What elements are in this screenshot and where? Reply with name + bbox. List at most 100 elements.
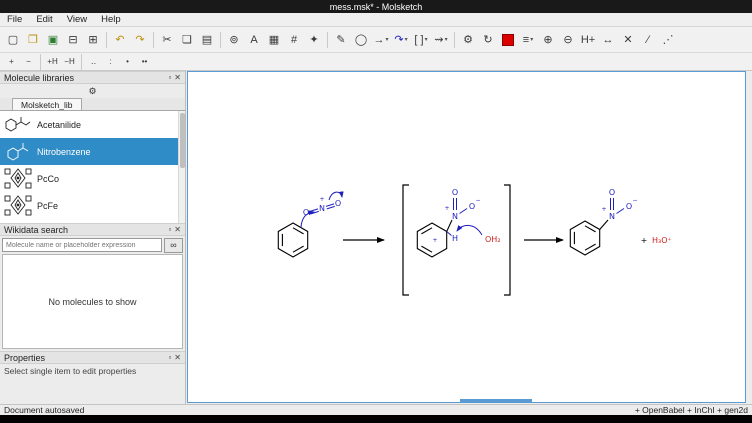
radical-button[interactable]: • [119, 54, 136, 69]
wikidata-search-input[interactable] [2, 238, 162, 252]
clean-structure-button[interactable]: ✦ [304, 30, 324, 50]
molecule-libraries-panel: Molecule libraries ▫ ✕ ⚙ Molsketch_lib [0, 71, 185, 223]
hydrogen-add-button[interactable]: H+ [578, 30, 598, 50]
right-bracket[interactable] [504, 185, 510, 295]
reactant-benzene[interactable] [278, 223, 307, 257]
library-scrollbar[interactable] [178, 111, 185, 223]
toolbar-separator [327, 32, 328, 48]
bracket-tool-button[interactable]: [ ]▾ [411, 30, 431, 50]
insert-image-button[interactable]: ▦ [264, 30, 284, 50]
menu-edit[interactable]: Edit [29, 13, 59, 26]
save-button[interactable]: ▣ [43, 30, 63, 50]
new-document-button[interactable]: ▢ [3, 30, 23, 50]
charge-decrease-icon: − [26, 57, 31, 66]
color-picker-button[interactable] [498, 30, 518, 50]
charge-increase-button[interactable]: + [3, 54, 20, 69]
cut-button[interactable]: ✂ [157, 30, 177, 50]
diradical-button[interactable]: •• [136, 54, 153, 69]
delete-button[interactable]: ✕ [618, 30, 638, 50]
wikidata-search-button[interactable]: ∞ [164, 238, 183, 253]
properties-panel: Properties ▫ ✕ Select single item to edi… [0, 351, 185, 404]
molecule-thumbnail [3, 194, 33, 218]
atom-label-n: N [452, 212, 458, 221]
water-molecule[interactable]: OH₂ [485, 235, 501, 244]
dock-float-icon[interactable]: ▫ [168, 225, 171, 234]
hydrogen-increase-icon: +H [47, 57, 57, 66]
water-label: OH₂ [485, 235, 501, 244]
horizontal-scrollbar-thumb[interactable] [460, 399, 532, 402]
charge-plus-label: + [444, 205, 449, 212]
list-item-pcfe[interactable]: PcFe [0, 192, 179, 219]
toolbar-separator [220, 32, 221, 48]
product-nitrobenzene[interactable]: N O O − + [570, 188, 637, 255]
bracket-icon: [ ] [414, 34, 423, 46]
align-icon: # [291, 34, 297, 46]
dock-close-icon[interactable]: ✕ [174, 73, 181, 82]
open-button[interactable]: ❐ [23, 30, 43, 50]
toolbar-separator [106, 32, 107, 48]
stereo-wedge-button[interactable]: ∕ [638, 30, 658, 50]
status-plugins: + OpenBabel + InChI + gen2d [635, 405, 748, 415]
charge-plus-button[interactable]: ⊕ [538, 30, 558, 50]
list-item-acetanilide[interactable]: Acetanilide [0, 111, 179, 138]
wikidata-results-area: No molecules to show [2, 254, 183, 349]
stereo-hash-button[interactable]: ⋰ [658, 30, 678, 50]
rotate-button[interactable]: ↻ [478, 30, 498, 50]
list-item-pcco[interactable]: PcCo [0, 165, 179, 192]
menu-help[interactable]: Help [94, 13, 128, 26]
curved-arrow-tool-button[interactable]: ↷▾ [391, 30, 411, 50]
toolbar-separator [81, 54, 82, 70]
undo-icon: ↶ [115, 33, 124, 46]
dock-close-icon[interactable]: ✕ [174, 225, 181, 234]
modifier-toolbar: + − +H −H ‥ : • •• [0, 53, 752, 71]
drawing-canvas[interactable]: O N O + [187, 71, 746, 403]
copy-button[interactable]: ❏ [177, 30, 197, 50]
charge-minus-label: − [475, 197, 480, 204]
atom-label-n: N [609, 212, 615, 221]
charge-minus-button[interactable]: ⊖ [558, 30, 578, 50]
lone-pair-vertical-button[interactable]: : [102, 54, 119, 69]
settings-button[interactable]: ⚙ [458, 30, 478, 50]
charge-plus-label: + [601, 206, 606, 213]
redo-button[interactable]: ↷ [130, 30, 150, 50]
line-width-button[interactable]: ≡▾ [518, 30, 538, 50]
library-settings-button[interactable]: ⚙ [0, 85, 185, 98]
mechanism-arrow-tool-button[interactable]: ⇝▾ [431, 30, 451, 50]
insert-text-button[interactable]: A [244, 30, 264, 50]
list-item-label: PcFe [37, 201, 58, 211]
menu-view[interactable]: View [60, 13, 94, 26]
flip-horizontal-button[interactable]: ↔ [598, 30, 618, 50]
dock-float-icon[interactable]: ▫ [168, 353, 171, 362]
dock-float-icon[interactable]: ▫ [168, 73, 171, 82]
list-item-nitrobenzene[interactable]: Nitrobenzene [0, 138, 179, 165]
align-button[interactable]: # [284, 30, 304, 50]
paste-icon: ▤ [202, 33, 212, 46]
dock-close-icon[interactable]: ✕ [174, 353, 181, 362]
electron-arrow-deprotonation[interactable] [457, 225, 482, 235]
hydrogen-increase-button[interactable]: +H [44, 54, 61, 69]
arenium-intermediate[interactable]: N O O − + H + [417, 188, 480, 257]
atom-label-h: H [452, 234, 458, 243]
charge-plus-label: + [319, 196, 324, 203]
title-bar[interactable]: mess.msk* - Molsketch [0, 0, 752, 13]
hydronium-ion[interactable]: H₃O⁺ [652, 236, 672, 245]
ring-tool-button[interactable]: ◯ [351, 30, 371, 50]
hydrogen-decrease-button[interactable]: −H [61, 54, 78, 69]
left-bracket[interactable] [403, 185, 409, 295]
arrow-tool-button[interactable]: →▾ [371, 30, 391, 50]
scrollbar-thumb[interactable] [180, 113, 185, 168]
insert-image-icon: ▦ [269, 33, 279, 46]
insert-molecule-button[interactable]: ⊚ [224, 30, 244, 50]
paste-button[interactable]: ▤ [197, 30, 217, 50]
charge-decrease-button[interactable]: − [20, 54, 37, 69]
menu-file[interactable]: File [0, 13, 29, 26]
atom-label-o: O [335, 199, 341, 208]
tab-molsketch-lib[interactable]: Molsketch_lib [12, 98, 82, 110]
undo-button[interactable]: ↶ [110, 30, 130, 50]
print-button[interactable]: ⊞ [83, 30, 103, 50]
lone-pair-button[interactable]: ‥ [85, 54, 102, 69]
molecule-thumbnail [3, 113, 33, 137]
gear-icon: ⚙ [463, 33, 473, 46]
export-button[interactable]: ⊟ [63, 30, 83, 50]
draw-tool-button[interactable]: ✎ [331, 30, 351, 50]
